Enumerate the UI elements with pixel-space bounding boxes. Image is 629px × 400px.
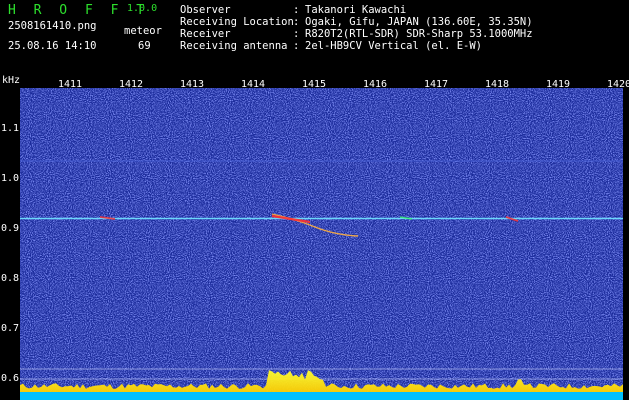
spectrogram-canvas (20, 88, 623, 400)
file-name: 2508161410.png (8, 20, 97, 32)
y-tick-label: 1.0 (1, 173, 20, 184)
info-value: Takanori Kawachi (305, 4, 407, 16)
info-antenna: Receiving antenna:2el-HB9CV Vertical (el… (180, 40, 483, 52)
info-value: R820T2(RTL-SDR) SDR-Sharp 53.1000MHz (305, 28, 533, 40)
info-observer: Observer: Takanori Kawachi (180, 4, 407, 16)
info-key: Receiving Location (180, 16, 294, 28)
spectrogram-noise (20, 88, 623, 400)
info-key: Observer (180, 4, 231, 16)
info-key: Receiver (180, 28, 231, 40)
y-tick-label: 0.8 (1, 273, 20, 284)
info-location: Receiving Location: Ogaki, Gifu, JAPAN (1… (180, 16, 533, 28)
app-version: 1.0.0 (127, 3, 158, 14)
y-tick-label: 0.9 (1, 223, 20, 234)
y-tick-label: 1.1 (1, 123, 20, 134)
y-tick-label: 0.6 (1, 373, 20, 384)
y-axis-unit: kHz (2, 75, 21, 86)
info-value: Ogaki, Gifu, JAPAN (136.60E, 35.35N) (305, 16, 533, 28)
info-key: Receiving antenna (180, 40, 288, 52)
y-tick-label: 0.7 (1, 323, 20, 334)
file-datetime: 25.08.16 14:10 (8, 40, 97, 52)
spectrogram-plot (20, 88, 623, 400)
meteor-label: meteor (124, 25, 162, 37)
info-receiver: Receiver: R820T2(RTL-SDR) SDR-Sharp 53.10… (180, 28, 533, 40)
noise-floor-band (20, 392, 623, 400)
info-value: 2el-HB9CV Vertical (el. E-W) (305, 40, 483, 52)
meteor-count: 69 (138, 40, 151, 52)
